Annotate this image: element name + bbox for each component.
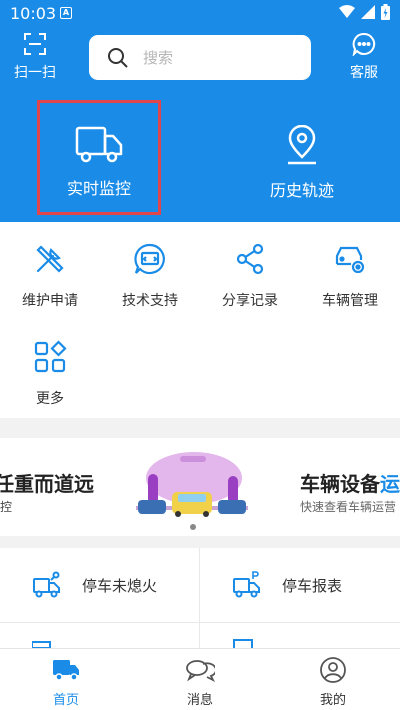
tab-home[interactable]: 首页 xyxy=(26,657,106,708)
banner-cars-illustration xyxy=(136,452,248,517)
grid-item-tech-support[interactable]: 技术支持 xyxy=(100,222,200,318)
banner-right-subtitle: 快速查看车辆运营 xyxy=(300,500,397,514)
history-track-button[interactable]: 历史轨迹 xyxy=(240,100,364,215)
banner-left-title: 任重而道远 xyxy=(0,472,94,496)
status-time: 10:03 xyxy=(10,4,57,23)
promo-banner[interactable]: 任重而道远 控 车辆设备运 快速查看车辆运营 xyxy=(0,438,400,536)
grid-item-more[interactable]: 更多 xyxy=(0,320,100,416)
quick-actions: 停车未熄火 停车报表 xyxy=(0,548,400,648)
partial-row-icon xyxy=(233,639,253,648)
parking-report-button[interactable]: 停车报表 xyxy=(200,548,399,622)
signal-icon xyxy=(361,5,375,19)
banner-indicator-dot xyxy=(190,524,196,530)
grid-item-label: 技术支持 xyxy=(122,293,178,309)
tools-icon xyxy=(36,245,64,273)
location-pin-icon xyxy=(288,124,316,165)
share-icon xyxy=(236,243,264,275)
banner-right-title-text: 车辆设备 xyxy=(300,472,380,496)
action-label: 停车报表 xyxy=(282,576,343,595)
divider xyxy=(199,548,200,648)
grid-item-label: 车辆管理 xyxy=(322,293,378,309)
tab-messages-label: 消息 xyxy=(186,693,213,708)
search-placeholder: 搜索 xyxy=(143,49,174,67)
search-icon xyxy=(108,47,128,68)
bottom-tab-bar: 首页 消息 我的 xyxy=(0,648,400,710)
message-bubbles-icon xyxy=(186,660,217,683)
tab-messages[interactable]: 消息 xyxy=(160,657,240,708)
customer-service-label: 客服 xyxy=(350,65,378,81)
tab-profile[interactable]: 我的 xyxy=(293,657,373,708)
notification-badge-icon: A xyxy=(60,7,72,19)
scan-button[interactable]: 扫一扫 xyxy=(9,32,61,82)
car-settings-icon xyxy=(335,246,365,274)
user-profile-icon xyxy=(320,657,346,683)
status-bar: 10:03 A xyxy=(0,0,400,28)
truck-home-icon xyxy=(53,660,79,681)
action-label: 停车未熄火 xyxy=(82,576,158,595)
banner-left-subtitle: 控 xyxy=(0,500,13,514)
grid-item-label: 分享记录 xyxy=(222,293,278,309)
search-input[interactable]: 搜索 xyxy=(89,35,311,80)
chat-bubble-icon xyxy=(352,32,376,58)
scan-label: 扫一扫 xyxy=(14,65,56,81)
truck-icon xyxy=(75,126,123,163)
tab-home-label: 首页 xyxy=(52,693,79,708)
support-chat-icon xyxy=(134,243,165,275)
wifi-icon xyxy=(339,5,355,18)
header: 10:03 A 扫一扫 搜索 客服 实时监控 历史轨迹 xyxy=(0,0,400,222)
grid-item-share-records[interactable]: 分享记录 xyxy=(200,222,300,318)
scan-icon xyxy=(24,33,46,55)
realtime-monitor-button[interactable]: 实时监控 xyxy=(37,100,161,215)
grid-item-label: 更多 xyxy=(36,391,64,407)
customer-service-button[interactable]: 客服 xyxy=(338,32,390,82)
truck-key-icon xyxy=(33,571,60,598)
status-icons xyxy=(339,4,390,20)
banner-right-title-highlight: 运 xyxy=(380,472,400,496)
partial-row-icon xyxy=(32,641,51,648)
parked-engine-on-button[interactable]: 停车未熄火 xyxy=(0,548,199,622)
more-grid-icon xyxy=(34,340,67,373)
grid-item-vehicle-management[interactable]: 车辆管理 xyxy=(300,222,400,318)
grid-item-label: 维护申请 xyxy=(22,293,78,309)
realtime-monitor-label: 实时监控 xyxy=(66,179,131,198)
battery-icon xyxy=(381,4,390,20)
truck-parking-icon xyxy=(233,571,260,598)
banner-right-title: 车辆设备运 xyxy=(300,468,400,497)
tab-profile-label: 我的 xyxy=(319,693,346,708)
divider xyxy=(0,622,400,623)
feature-grid: 维护申请 技术支持 分享记录 车辆管理 更多 xyxy=(0,222,400,418)
grid-item-maintenance[interactable]: 维护申请 xyxy=(0,222,100,318)
history-track-label: 历史轨迹 xyxy=(269,181,334,200)
